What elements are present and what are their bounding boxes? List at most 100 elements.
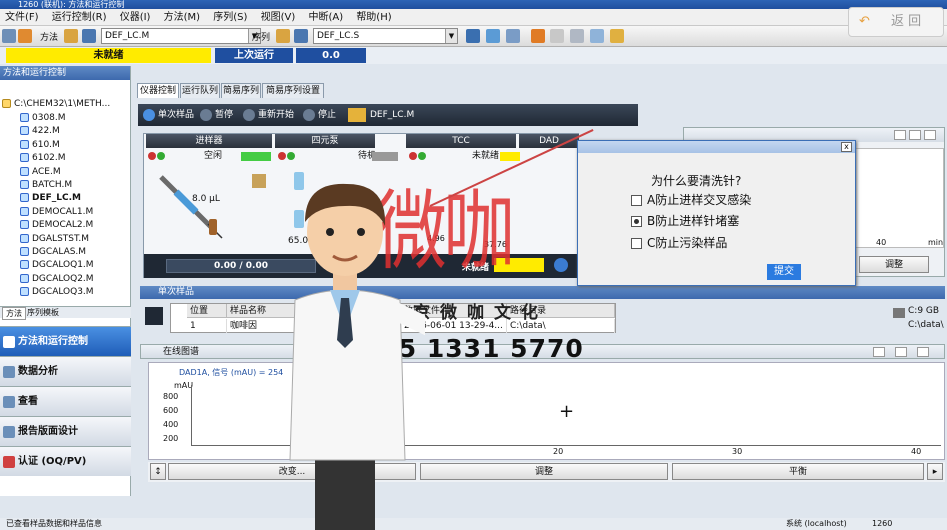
method-file-item[interactable]: 6102.M: [20, 152, 66, 165]
nav-method-run-control[interactable]: 方法和运行控制: [0, 326, 131, 356]
method-file-item[interactable]: DEMOCAL2.M: [20, 219, 93, 232]
tree-root[interactable]: C:\CHEM32\1\METH...: [2, 98, 110, 111]
tab-methods[interactable]: 方法: [2, 307, 26, 320]
method-file-label: DGCALOQ1.M: [32, 260, 94, 271]
open-sequence-icon[interactable]: [276, 29, 290, 43]
single-sample-button[interactable]: 单次样品: [143, 107, 194, 123]
nav-data-analysis[interactable]: 数据分析: [0, 356, 131, 386]
minimize-icon[interactable]: [873, 347, 885, 357]
submit-button[interactable]: 提交: [767, 264, 801, 280]
report-icon[interactable]: [570, 29, 584, 43]
restart-label: 重新开始: [258, 110, 295, 120]
method-file-item[interactable]: DGCALAS.M: [20, 246, 86, 259]
method-file-item[interactable]: ACE.M: [20, 166, 61, 179]
nav-verification[interactable]: 认证 (OQ/PV): [0, 446, 131, 476]
minimize-icon[interactable]: [894, 130, 906, 140]
method-file-icon: [20, 126, 29, 136]
restart-icon: [243, 108, 255, 121]
method-file-item[interactable]: DGCALOQ1.M: [20, 259, 94, 272]
method-file-item[interactable]: DGALSTST.M: [20, 233, 89, 246]
quiz-option-a[interactable]: A防止进样交叉感染: [631, 192, 751, 208]
cell-position[interactable]: 1: [187, 319, 227, 333]
menu-file[interactable]: 文件(F): [0, 9, 44, 26]
system-label: 系统 (localhost): [786, 519, 847, 528]
close-icon[interactable]: [924, 130, 936, 140]
method-file-icon: [20, 113, 29, 122]
run-control-icon: [3, 336, 15, 348]
method-select[interactable]: DEF_LC.M ▼: [101, 28, 261, 44]
tab-run-queue[interactable]: 运行队列: [180, 83, 220, 98]
method-file-item[interactable]: 422.M: [20, 125, 60, 138]
menu-run-control[interactable]: 运行控制(R): [47, 9, 112, 26]
tab-instrument-control[interactable]: 仪器控制: [137, 83, 179, 98]
method-file-item[interactable]: DEMOCAL1.M: [20, 206, 93, 219]
stop-button[interactable]: 停止: [303, 107, 336, 123]
method-file-item[interactable]: DEF_LC.M: [20, 192, 81, 205]
method-file-item[interactable]: 610.M: [20, 139, 60, 152]
method-file-icon: [20, 153, 29, 163]
info-icon[interactable]: [554, 258, 568, 272]
window-title: 1260 (联机): 方法和运行控制: [18, 0, 125, 9]
radio-selected-icon[interactable]: [631, 216, 642, 227]
method-file-icon: [20, 180, 29, 189]
method-file-label: DGCALOQ3.M: [32, 287, 94, 298]
presenter-cartoon-icon: [289, 183, 425, 530]
right-plot-unit: min: [928, 238, 944, 247]
verify-icon[interactable]: [590, 29, 604, 43]
status-lamp-icon: [287, 151, 295, 160]
quiz-option-c[interactable]: C防止污染样品: [631, 235, 727, 251]
nav-report-layout[interactable]: 报告版面设计: [0, 416, 131, 446]
method-file-item[interactable]: 0308.M: [20, 112, 66, 125]
instrument-icon[interactable]: [2, 29, 16, 43]
method-label: 方法: [40, 33, 59, 43]
table-icon[interactable]: [506, 29, 520, 43]
save-method-icon[interactable]: [82, 29, 96, 43]
nav-label: 方法和运行控制: [18, 336, 88, 347]
scroll-icon[interactable]: ▸: [927, 463, 943, 480]
pause-button[interactable]: 暂停: [200, 107, 233, 123]
checkbox-icon[interactable]: [631, 195, 642, 206]
balance-button[interactable]: 平衡: [672, 463, 924, 480]
restore-icon[interactable]: [895, 347, 907, 357]
signal-label: DAD1A, 信号 (mAU) = 254: [179, 368, 284, 377]
active-view-icon[interactable]: [18, 29, 32, 43]
quiz-dialog: x 为什么要清洗针? A防止进样交叉感染 B防止进样针堵塞 C防止污染样品 提交: [577, 140, 856, 286]
method-file-item[interactable]: BATCH.M: [20, 179, 72, 192]
menu-sequence[interactable]: 序列(S): [208, 9, 252, 26]
menu-method[interactable]: 方法(M): [159, 9, 205, 26]
online-plot[interactable]: DAD1A, 信号 (mAU) = 254 mAU 800 600 400 20…: [148, 362, 945, 460]
nav-view[interactable]: 查看: [0, 386, 131, 416]
menu-abort[interactable]: 中断(A): [303, 9, 348, 26]
book-icon[interactable]: [531, 29, 545, 43]
chevron-down-icon[interactable]: ▼: [445, 29, 457, 43]
method-file-item[interactable]: DGCALOQ2.M: [20, 273, 94, 286]
print-icon[interactable]: [550, 29, 564, 43]
chart-icon[interactable]: [486, 29, 500, 43]
menu-instrument[interactable]: 仪器(I): [115, 9, 156, 26]
close-icon[interactable]: [917, 347, 929, 357]
tab-easy-sequence[interactable]: 简易序列: [221, 83, 261, 98]
option-label: A防止进样交叉感染: [647, 193, 752, 207]
layout-icon[interactable]: [466, 29, 480, 43]
sequence-select[interactable]: DEF_LC.S ▼: [313, 28, 458, 44]
quiz-option-b[interactable]: B防止进样针堵塞: [631, 213, 739, 229]
method-file-item[interactable]: DGCALOQ3.M: [20, 286, 94, 299]
adjust-button[interactable]: 调整: [420, 463, 668, 480]
menu-view[interactable]: 视图(V): [256, 9, 301, 26]
save-sequence-icon[interactable]: [294, 29, 308, 43]
tray-icon[interactable]: [252, 174, 266, 188]
help-icon[interactable]: [610, 29, 624, 43]
tab-sequence-templates[interactable]: 序列模板: [24, 307, 62, 318]
back-button[interactable]: ↶ 返 回: [848, 7, 944, 37]
checkbox-icon[interactable]: [631, 238, 642, 249]
restart-button[interactable]: 重新开始: [243, 107, 294, 123]
adjust-spinner-icon[interactable]: ↕: [150, 463, 166, 480]
menu-help[interactable]: 帮助(H): [351, 9, 396, 26]
tab-easy-sequence-setup[interactable]: 简易序列设置: [262, 83, 324, 98]
right-adjust-button[interactable]: 调整: [859, 256, 929, 273]
close-icon[interactable]: x: [841, 142, 852, 152]
restore-icon[interactable]: [909, 130, 921, 140]
current-method[interactable]: DEF_LC.M: [348, 107, 414, 123]
y-tick: 200: [163, 434, 179, 443]
open-method-icon[interactable]: [64, 29, 78, 43]
